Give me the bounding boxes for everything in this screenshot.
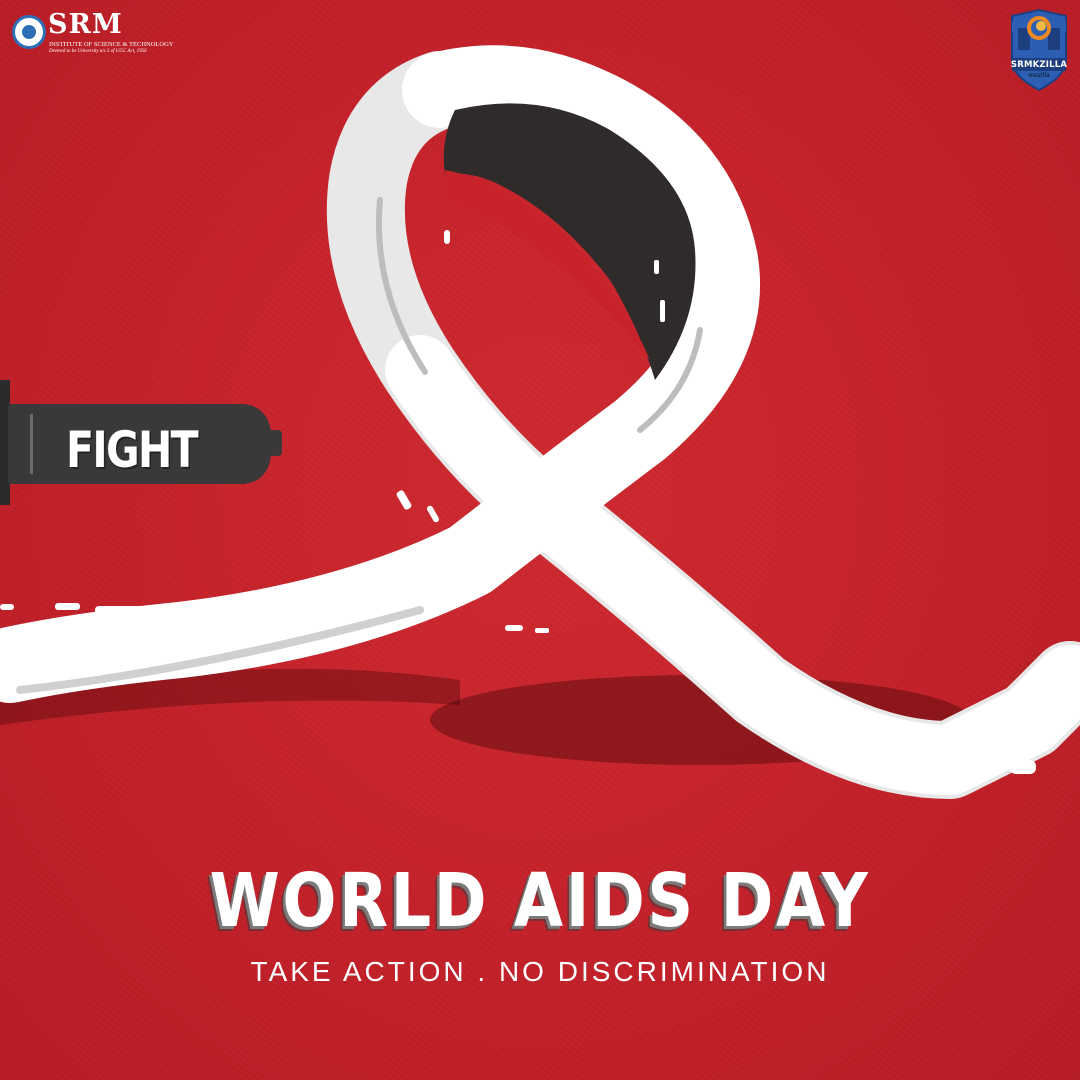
syringe-label: FIGHT	[66, 421, 199, 479]
headline-tagline: TAKE ACTION . NO DISCRIMINATION	[250, 956, 830, 987]
headline-title: WORLD AIDS DAY	[209, 858, 871, 944]
poster: SRM INSTITUTE OF SCIENCE & TECHNOLOGY De…	[0, 0, 1080, 1080]
